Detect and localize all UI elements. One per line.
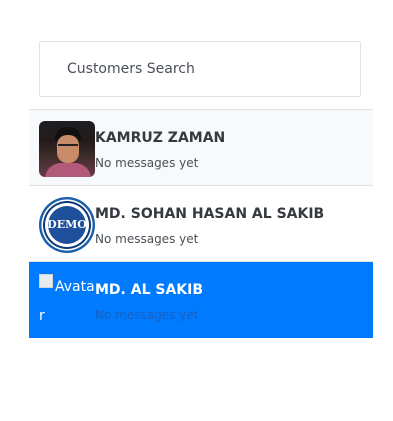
customer-name: MD. SOHAN HASAN AL SAKIB — [95, 206, 325, 222]
customer-item-md-sohan-hasan-al-sakib[interactable]: DEMO MD. SOHAN HASAN AL SAKIB No message… — [29, 186, 373, 262]
customer-list: KAMRUZ ZAMAN No messages yet DEMO MD. SO… — [29, 109, 373, 338]
customer-name: KAMRUZ ZAMAN — [95, 130, 226, 146]
customer-name: MD. AL SAKIB — [95, 282, 204, 298]
customer-item-md-al-sakib[interactable]: Avatar MD. AL SAKIB No messages yet — [29, 262, 373, 338]
avatar-glasses — [58, 144, 78, 150]
message-preview: No messages yet — [95, 156, 199, 170]
customer-avatar — [39, 121, 95, 177]
message-preview: No messages yet — [95, 308, 199, 322]
customer-item-kamruz-zaman[interactable]: KAMRUZ ZAMAN No messages yet — [29, 110, 373, 186]
avatar-shirt — [45, 163, 91, 177]
avatar-alt-text: Avatar — [39, 279, 95, 324]
customers-search-input[interactable] — [40, 42, 360, 96]
demo-avatar-label: DEMO — [47, 218, 87, 231]
message-preview: No messages yet — [95, 232, 199, 246]
broken-image-avatar: Avatar — [39, 273, 99, 333]
demo-avatar: DEMO — [39, 197, 95, 253]
search-box — [39, 41, 361, 97]
